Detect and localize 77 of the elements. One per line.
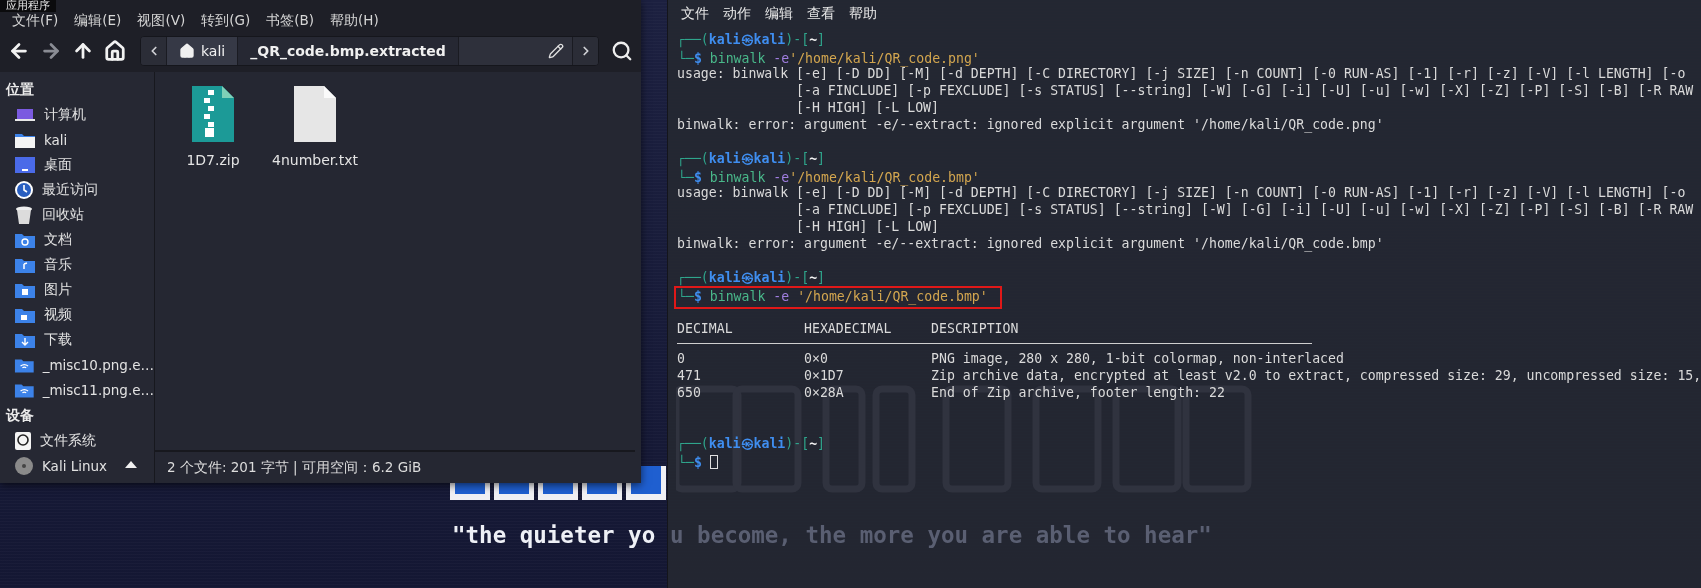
menu-item[interactable]: 转到(G) <box>193 12 259 30</box>
table-cell-text: End of Zip archive, footer length: 22 <box>931 384 1226 401</box>
table-cell-text: 0 <box>677 350 686 367</box>
prompt-line: ┌──(kali㉿kali)-[~] <box>677 270 826 285</box>
sidebar-item[interactable]: 视频 <box>44 305 72 324</box>
laptop-icon <box>14 106 36 123</box>
column-header: DESCRIPTION <box>931 320 1020 337</box>
file-name[interactable]: 4number.txt <box>272 152 358 168</box>
sidebar-item[interactable]: 文件系统 <box>40 431 96 450</box>
menu-item[interactable]: 帮助 <box>849 5 877 23</box>
column-header: HEXADECIMAL <box>804 320 893 337</box>
drive-icon <box>14 430 32 451</box>
output-line: usage: binwalk [-e] [-D DD] [-M] [-d DEPTH] [-C DIRECTORY] [-j SIZE] [-n COUNT] [-0 RUN-AS] [-1] [-r] [-z] [-V] [-l LENGTH] [-o <box>677 185 1686 201</box>
command-line: └─$ <box>674 452 723 475</box>
menu-item[interactable]: 帮助(H) <box>321 12 387 30</box>
output-line: [-a FINCLUDE] [-p FEXCLUDE] [-s STATUS] [--string] [-W] [-G] [-i] [-U] [-u] [-w] [-X] [-Z] [-P] [-S] [-B] [-R RAW <box>795 82 1694 99</box>
tooltip: 应用程序 <box>0 0 56 12</box>
home-icon <box>104 40 126 62</box>
sidebar-heading: 设备 <box>6 406 35 425</box>
path-segment[interactable]: kali <box>167 37 239 65</box>
table-cell-text: 471 <box>677 367 702 384</box>
sidebar-item[interactable]: Kali Linux <box>42 457 108 474</box>
output-line: [-a FINCLUDE] [-p FEXCLUDE] [-s STATUS] [--string] [-W] [-G] [-i] [-U] [-u] [-w] [-X] [-Z] [-P] [-S] [-B] [-R RAW <box>795 201 1694 218</box>
sidebar-item[interactable]: 音乐 <box>44 255 72 274</box>
file-name[interactable]: 1D7.zip <box>186 152 240 168</box>
desktop-icon <box>14 155 36 174</box>
sidebar-item[interactable]: 下载 <box>44 330 72 349</box>
output-line: binwalk: error: argument -e/--extract: ignored explicit argument '/home/kali/QR_code.bmp' <box>677 235 1384 252</box>
trash-icon <box>14 204 34 225</box>
sidebar-item[interactable]: _misc11.png.e… <box>42 381 154 398</box>
text-file-icon <box>294 86 336 142</box>
output-line: binwalk: error: argument -e/--extract: ignored explicit argument '/home/kali/QR_code.png' <box>677 116 1384 133</box>
menu-item[interactable]: 文件(F) <box>4 12 67 30</box>
menu-item[interactable]: 文件 <box>681 5 709 23</box>
menu-item[interactable]: 动作 <box>723 5 751 23</box>
table-cell-text: 650 <box>677 384 702 401</box>
quote-text: "the quieter yo <box>452 522 656 548</box>
menu-item[interactable]: 视图(V) <box>129 12 194 30</box>
column-header: DECIMAL <box>677 320 734 337</box>
wallpaper-quote: u become, the more you are able to hear" <box>670 522 1212 548</box>
table-cell: Zip archive data, encrypted at least v2.0 to extract, compressed size: 29, uncompressed size: 15, <box>931 367 1701 384</box>
output-line: [-H HIGH] [-L LOW] <box>795 218 939 235</box>
sidebar-item[interactable]: _misc10.png.e… <box>42 356 154 373</box>
scroll-right-button[interactable] <box>572 37 598 65</box>
command-line: └─$ binwalk -e'/home/kali/QR_code.png' <box>677 49 980 68</box>
menu-item[interactable]: 查看 <box>807 5 835 23</box>
table-cell-text: 0×28A <box>804 384 845 401</box>
arrow-right-icon <box>40 40 62 62</box>
sidebar-item[interactable]: 桌面 <box>44 155 72 174</box>
scroll-left-button[interactable] <box>141 37 167 65</box>
pencil-icon[interactable] <box>548 43 564 59</box>
prompt-line: ┌──(kali㉿kali)-[~] <box>677 436 826 451</box>
home-icon <box>179 43 195 59</box>
sidebar-item[interactable]: 计算机 <box>44 105 86 124</box>
sidebar-item[interactable]: 最近访问 <box>42 180 98 199</box>
command-line: └─$ binwalk -e'/home/kali/QR_code.bmp' <box>677 168 980 187</box>
status-bar: 2 个文件: 201 字节 | 可用空间：6.2 GiB <box>155 450 635 483</box>
prompt-line: ┌──(kali㉿kali)-[~] <box>677 151 826 166</box>
prompt-line: ┌──(kali㉿kali)-[~] <box>677 32 826 47</box>
output-line: [-H HIGH] [-L LOW] <box>795 99 939 116</box>
table-cell-text: PNG image, 280 x 280, 1-bit colormap, non-interlaced <box>931 350 1345 367</box>
zip-file-icon <box>192 86 234 142</box>
eject-icon[interactable] <box>125 461 138 470</box>
disc-icon <box>14 455 34 476</box>
sidebar-item[interactable]: 图片 <box>44 280 72 299</box>
sidebar-item[interactable]: 文档 <box>44 230 72 249</box>
table-cell-text: 0×1D7 <box>804 367 845 384</box>
table-cell-text: 0×0 <box>804 350 829 367</box>
sidebar-heading: 位置 <box>6 80 35 99</box>
path-segment[interactable]: _QR_code.bmp.extracted <box>238 37 459 65</box>
menu-item[interactable]: 编辑(E) <box>66 12 130 30</box>
sidebar-item[interactable]: kali <box>44 131 68 148</box>
menu-item[interactable]: 编辑 <box>765 5 793 23</box>
sidebar-item[interactable]: 回收站 <box>42 205 84 224</box>
output-line: usage: binwalk [-e] [-D DD] [-M] [-d DEPTH] [-C DIRECTORY] [-j SIZE] [-n COUNT] [-0 RUN-AS] [-1] [-r] [-z] [-V] [-l LENGTH] [-o <box>677 66 1686 82</box>
menu-item[interactable]: 书签(B) <box>258 12 322 30</box>
clock-icon <box>14 179 34 200</box>
